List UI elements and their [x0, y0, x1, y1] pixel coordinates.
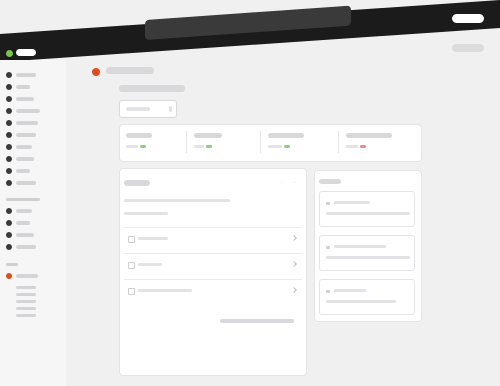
expand-icon[interactable]: · — [281, 180, 285, 186]
stat-value — [268, 145, 282, 148]
activity-icon — [326, 202, 330, 205]
nav-icon — [6, 108, 12, 114]
nav-icon — [6, 232, 12, 238]
chevron-right-icon — [291, 287, 297, 293]
list-item-label — [138, 289, 192, 292]
page-subtitle — [119, 85, 185, 92]
header-action-button[interactable] — [452, 44, 484, 52]
stat-trend-badge — [360, 145, 366, 148]
list-item[interactable] — [124, 253, 302, 278]
stat-label — [268, 133, 304, 138]
sidebar-item-label — [16, 221, 30, 225]
green-dot-icon — [6, 50, 13, 57]
nav-icon — [6, 244, 12, 250]
nav-icon — [6, 208, 12, 214]
stat-label — [346, 133, 392, 138]
activity-item[interactable] — [319, 235, 415, 271]
sidebar-subitem[interactable] — [16, 286, 36, 289]
nav-icon — [6, 180, 12, 186]
nav-icon — [6, 220, 12, 226]
sidebar-section-heading — [6, 263, 18, 266]
sidebar-subitem[interactable] — [16, 307, 36, 310]
sidebar-item-label — [16, 157, 34, 161]
app-window: · · — [0, 0, 500, 386]
activity-detail — [326, 256, 410, 259]
checkbox[interactable] — [128, 262, 135, 269]
sidebar-item-label — [16, 73, 36, 77]
sidebar — [0, 60, 66, 386]
stat-trend-badge — [206, 145, 212, 148]
nav-icon — [6, 144, 12, 150]
activity-icon — [326, 290, 330, 293]
checkbox[interactable] — [128, 236, 135, 243]
sidebar-item-label — [16, 97, 34, 101]
sidebar-item-label — [16, 274, 38, 278]
chevron-right-icon — [291, 235, 297, 241]
nav-icon — [6, 132, 12, 138]
divider — [186, 131, 187, 153]
checkbox[interactable] — [128, 288, 135, 295]
sidebar-item-label — [16, 245, 36, 249]
sidebar-item-label — [16, 209, 32, 213]
stat-label — [194, 133, 222, 138]
close-icon[interactable]: · — [294, 180, 298, 186]
stat-value — [126, 145, 138, 148]
panel-title — [319, 179, 341, 184]
sidebar-item-label — [16, 121, 38, 125]
main-content: · · — [66, 60, 500, 386]
app-logo-icon — [92, 68, 100, 76]
sidebar-item-label — [16, 133, 36, 137]
stat-value — [194, 145, 204, 148]
activity-icon — [326, 246, 330, 249]
activity-item[interactable] — [319, 279, 415, 315]
sidebar-subitem[interactable] — [16, 293, 36, 296]
app-title-placeholder — [16, 49, 36, 56]
sidebar-item-label — [16, 145, 32, 149]
nav-icon — [6, 273, 12, 279]
nav-icon — [6, 168, 12, 174]
activity-title — [334, 289, 366, 292]
divider — [338, 131, 339, 153]
activity-panel — [314, 170, 422, 322]
list-item[interactable] — [124, 279, 302, 304]
list-panel: · · — [119, 168, 307, 376]
page-title — [106, 67, 154, 74]
sidebar-item-label — [16, 181, 36, 185]
footer-note — [220, 319, 294, 323]
chevron-down-icon — [169, 106, 172, 112]
nav-icon — [6, 156, 12, 162]
activity-detail — [326, 212, 410, 215]
panel-meta — [124, 212, 168, 215]
sidebar-item-label — [16, 169, 30, 173]
filter-select[interactable] — [119, 100, 177, 118]
activity-title — [334, 201, 370, 204]
divider — [260, 131, 261, 153]
sidebar-item-label — [16, 233, 34, 237]
stat-trend-badge — [140, 145, 146, 148]
nav-icon — [6, 72, 12, 78]
select-value — [126, 107, 150, 111]
nav-icon — [6, 84, 12, 90]
chevron-right-icon — [291, 261, 297, 267]
account-button[interactable] — [452, 14, 484, 23]
list-item-label — [138, 263, 162, 266]
nav-icon — [6, 96, 12, 102]
list-item-label — [138, 237, 168, 240]
sidebar-item-label — [16, 85, 30, 89]
sidebar-subitem[interactable] — [16, 314, 36, 317]
list-item[interactable] — [124, 227, 302, 252]
activity-title — [334, 245, 386, 248]
sidebar-subitem[interactable] — [16, 300, 36, 303]
sidebar-item-label — [16, 109, 40, 113]
stat-trend-badge — [284, 145, 290, 148]
stats-panel — [119, 124, 422, 162]
stat-value — [346, 145, 358, 148]
panel-title — [124, 180, 150, 186]
activity-item[interactable] — [319, 191, 415, 227]
stat-label — [126, 133, 152, 138]
panel-description — [124, 199, 230, 202]
activity-detail — [326, 300, 396, 303]
sidebar-section-heading — [6, 198, 40, 201]
nav-icon — [6, 120, 12, 126]
